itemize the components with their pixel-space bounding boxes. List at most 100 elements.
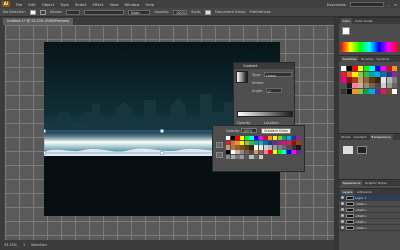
color-swatch[interactable]: [358, 66, 364, 72]
color-swatch[interactable]: [230, 145, 235, 150]
tab-gradient[interactable]: Gradient: [354, 134, 367, 140]
color-swatch[interactable]: [277, 150, 282, 155]
visibility-eye-icon[interactable]: [341, 220, 344, 223]
color-swatch[interactable]: [258, 154, 263, 159]
menu-effect[interactable]: Effect: [93, 2, 104, 7]
popup-opacity-input[interactable]: 100%: [241, 128, 257, 133]
color-swatch[interactable]: [341, 66, 347, 72]
color-mode-icon[interactable]: [216, 142, 223, 148]
color-swatch[interactable]: [369, 77, 375, 83]
color-swatch[interactable]: [230, 140, 235, 145]
color-swatch[interactable]: [272, 136, 278, 141]
color-swatch[interactable]: [249, 145, 254, 150]
color-swatch[interactable]: [341, 88, 347, 94]
color-swatch[interactable]: [380, 88, 386, 94]
color-swatch[interactable]: [282, 150, 287, 155]
color-swatch[interactable]: [380, 77, 386, 83]
color-swatch[interactable]: [244, 154, 249, 159]
opacity-mask-thumb[interactable]: [357, 146, 367, 154]
color-swatch[interactable]: [277, 140, 282, 145]
layer-row[interactable]: <Path>: [339, 225, 400, 231]
color-swatch[interactable]: [258, 150, 263, 155]
color-swatch[interactable]: [249, 136, 254, 141]
color-swatch[interactable]: [240, 150, 245, 155]
color-swatch[interactable]: [369, 83, 375, 89]
color-swatch[interactable]: [254, 154, 259, 159]
color-swatch[interactable]: [268, 140, 273, 145]
color-swatch[interactable]: [392, 77, 398, 83]
color-swatch[interactable]: [380, 71, 386, 77]
variable-width-select[interactable]: [84, 9, 125, 15]
layer-name[interactable]: <Path>: [355, 226, 367, 230]
color-swatch[interactable]: [386, 77, 392, 83]
color-swatch[interactable]: [272, 140, 278, 145]
color-swatch[interactable]: [341, 77, 347, 83]
zoom-level[interactable]: 33.33%: [4, 243, 17, 247]
color-swatch[interactable]: [392, 83, 398, 89]
color-swatch[interactable]: [268, 136, 273, 141]
color-swatch[interactable]: [346, 77, 352, 83]
color-swatch[interactable]: [375, 88, 381, 94]
color-swatch[interactable]: [296, 150, 301, 155]
menu-help[interactable]: Help: [145, 2, 154, 7]
color-swatch[interactable]: [249, 154, 254, 159]
help-search-input[interactable]: [349, 1, 384, 7]
fill-swatch[interactable]: [29, 9, 36, 15]
color-swatch[interactable]: [282, 136, 287, 141]
layer-name[interactable]: Layer 1: [355, 196, 366, 200]
tab-symbols[interactable]: Symbols: [376, 56, 389, 62]
stroke-swatch[interactable]: [39, 9, 46, 15]
gradient-type-select[interactable]: Linear: [264, 72, 292, 78]
color-swatch[interactable]: [258, 145, 263, 150]
layer-name[interactable]: <Path>: [355, 202, 367, 206]
color-swatch[interactable]: [277, 136, 282, 141]
color-swatch[interactable]: [375, 66, 381, 72]
color-swatch[interactable]: [272, 150, 278, 155]
color-swatch[interactable]: [226, 150, 231, 155]
color-swatch[interactable]: [363, 77, 369, 83]
color-swatch[interactable]: [346, 66, 352, 72]
menu-type[interactable]: Type: [60, 2, 69, 7]
color-swatch[interactable]: [369, 88, 375, 94]
color-swatch[interactable]: [352, 71, 358, 77]
color-swatch[interactable]: [254, 145, 259, 150]
color-swatch[interactable]: [375, 77, 381, 83]
gradient-slider[interactable]: [237, 111, 293, 117]
swatches-mode-icon[interactable]: [216, 152, 223, 158]
color-swatch[interactable]: [263, 150, 268, 155]
color-swatch[interactable]: [346, 83, 352, 89]
color-swatch[interactable]: [230, 150, 235, 155]
color-swatch[interactable]: [240, 145, 245, 150]
menu-view[interactable]: View: [109, 2, 118, 7]
color-swatch[interactable]: [244, 140, 249, 145]
color-swatch[interactable]: [358, 88, 364, 94]
brush-select[interactable]: Basic: [128, 9, 151, 15]
color-swatch[interactable]: [386, 88, 392, 94]
tab-layers[interactable]: Layers: [341, 189, 354, 195]
color-swatch[interactable]: [286, 145, 292, 150]
color-swatch[interactable]: [352, 77, 358, 83]
color-swatch[interactable]: [352, 83, 358, 89]
color-swatch[interactable]: [282, 145, 287, 150]
tab-transparency[interactable]: Transparency: [369, 134, 393, 140]
color-swatch[interactable]: [392, 71, 398, 77]
color-swatch[interactable]: [291, 150, 296, 155]
color-swatch[interactable]: [286, 150, 292, 155]
color-swatch[interactable]: [352, 88, 358, 94]
visibility-eye-icon[interactable]: [341, 202, 344, 205]
color-swatch[interactable]: [249, 150, 254, 155]
tab-color[interactable]: Color: [341, 18, 352, 24]
color-swatch[interactable]: [235, 136, 240, 141]
color-swatch[interactable]: [272, 145, 278, 150]
color-swatch[interactable]: [363, 71, 369, 77]
close-icon[interactable]: ×: [394, 2, 397, 7]
color-swatch[interactable]: [240, 136, 245, 141]
color-swatch[interactable]: [226, 136, 231, 141]
layer-name[interactable]: <Path>: [355, 214, 367, 218]
visibility-eye-icon[interactable]: [341, 208, 344, 211]
color-swatch[interactable]: [296, 140, 301, 145]
color-swatch[interactable]: [341, 83, 347, 89]
color-swatch[interactable]: [296, 145, 301, 150]
document-setup-button[interactable]: Document Setup: [215, 10, 245, 14]
color-swatch[interactable]: [226, 145, 231, 150]
